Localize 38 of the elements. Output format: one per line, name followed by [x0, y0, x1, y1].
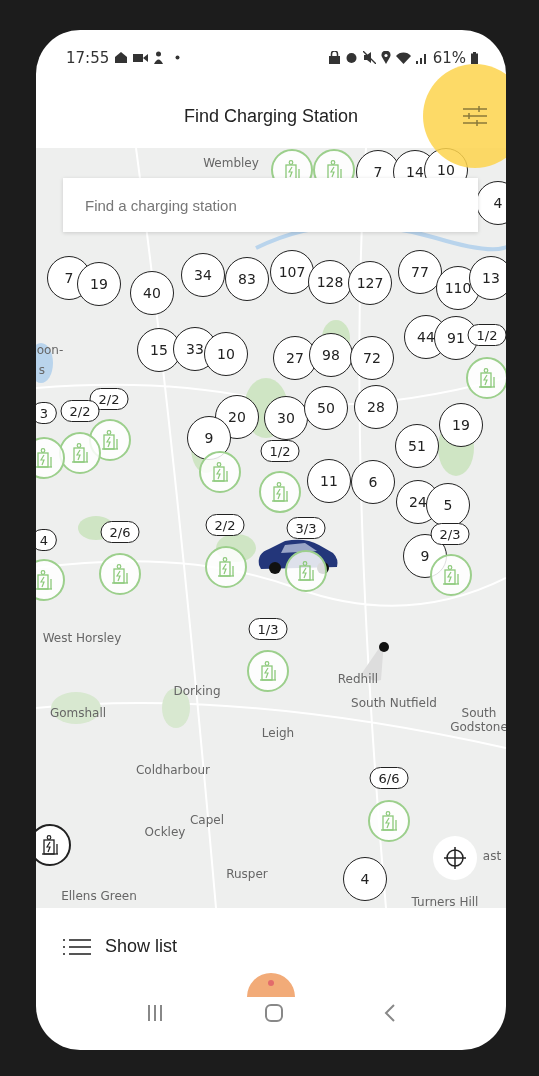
- place-name: Capel: [189, 814, 225, 828]
- sliders-icon: [463, 106, 487, 126]
- status-time: 17:55: [66, 48, 110, 67]
- floating-handle-icon[interactable]: [247, 973, 295, 997]
- battery-percent: 61%: [432, 48, 466, 67]
- mute-icon: [362, 51, 376, 64]
- show-list-button[interactable]: Show list: [63, 936, 178, 957]
- home-button-icon[interactable]: [264, 1003, 284, 1023]
- place-name: Leigh: [261, 727, 295, 741]
- signal-icon: [415, 51, 428, 64]
- place-name: ast: [482, 850, 502, 864]
- place-name: Turners Hill: [411, 896, 479, 908]
- place-name: Rusper: [226, 868, 268, 882]
- place-name: Ellens Green: [61, 890, 137, 904]
- home-icon: [114, 51, 129, 64]
- wifi-icon: [395, 51, 411, 64]
- place-name: Ockley: [144, 826, 186, 840]
- search-field[interactable]: Find a charging station: [63, 178, 478, 232]
- place-name: Coldharbour: [135, 764, 211, 778]
- person-icon: [153, 51, 165, 64]
- place-name: Dorking: [173, 685, 221, 699]
- location-icon: [380, 51, 391, 64]
- place-name: West Horsley: [42, 632, 122, 646]
- page-title: Find Charging Station: [183, 106, 359, 127]
- back-icon[interactable]: [384, 1004, 396, 1022]
- recent-apps-icon[interactable]: [146, 1004, 164, 1022]
- place-name: s: [38, 364, 46, 378]
- crosshair-icon: [444, 847, 466, 869]
- place-name: South Nutfield: [351, 697, 437, 711]
- dot-icon: [175, 55, 181, 60]
- place-name: Wembley: [203, 157, 259, 171]
- lock-icon: [328, 51, 340, 64]
- place-name: oon-: [36, 344, 64, 358]
- video-icon: [133, 52, 149, 63]
- place-name: Redhill: [337, 673, 379, 687]
- place-name: Gomshall: [49, 707, 107, 721]
- battery-icon: [471, 51, 478, 64]
- list-icon: [63, 937, 91, 956]
